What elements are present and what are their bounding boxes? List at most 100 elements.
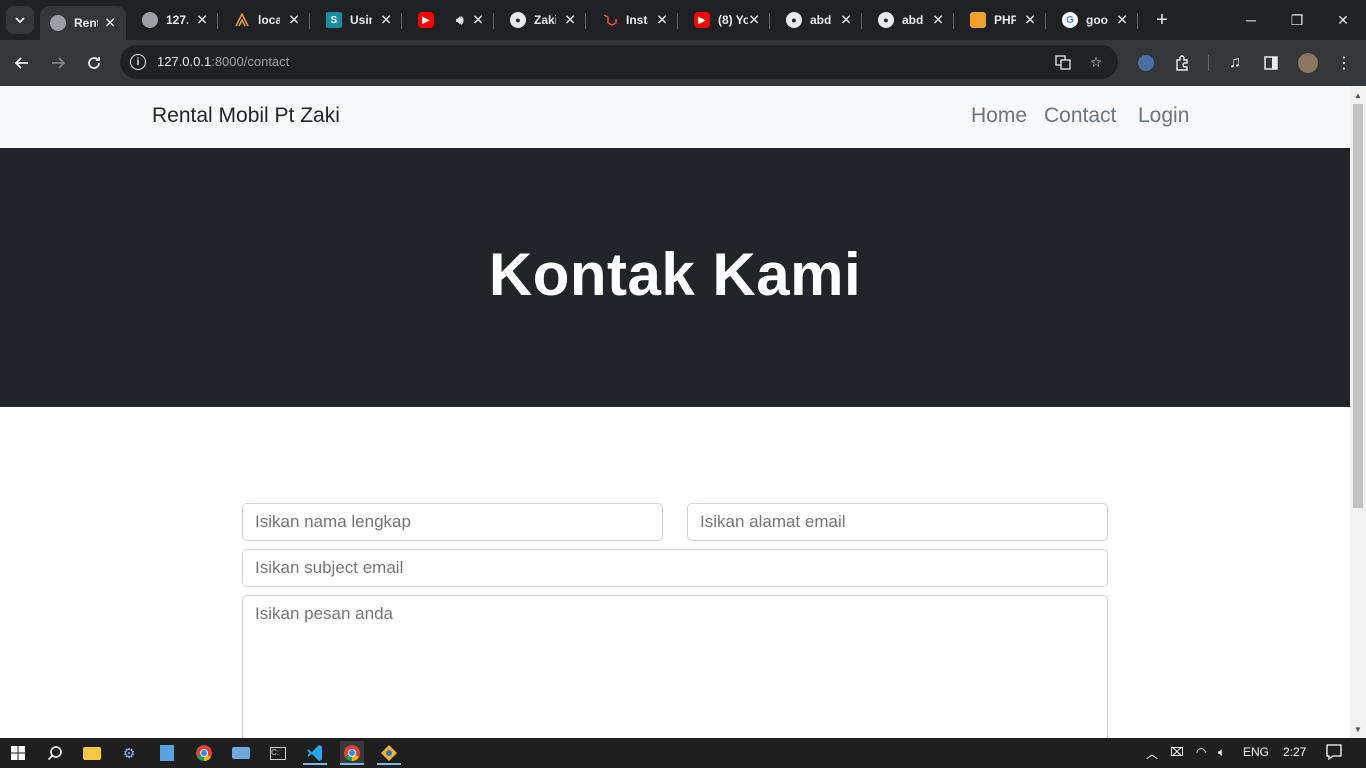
side-panel-button[interactable]	[1258, 50, 1284, 76]
tab-youtube[interactable]: ▶ (8) YouTube ✕	[678, 0, 770, 40]
battery-icon[interactable]: ⌧	[1170, 745, 1184, 759]
avatar	[1298, 53, 1318, 73]
youtube-icon: ▶	[694, 12, 710, 28]
youtube-icon: ▶	[418, 12, 434, 28]
clock[interactable]: 2:27	[1283, 745, 1306, 759]
tab-rental[interactable]: Rental Mobil Pt Zaki ✕	[40, 6, 126, 40]
side-panel-icon	[1264, 56, 1278, 70]
tab-search-button[interactable]	[6, 6, 34, 34]
speaker-icon[interactable]: 🔊︎	[456, 13, 464, 28]
back-button[interactable]	[9, 50, 35, 76]
forward-button[interactable]	[45, 50, 71, 76]
scroll-down-icon[interactable]: ▼	[1354, 725, 1362, 734]
close-icon: ✕	[1337, 11, 1349, 28]
subject-input[interactable]	[242, 549, 1108, 587]
tab-using[interactable]: S Using ✕	[310, 0, 402, 40]
message-textarea[interactable]	[242, 595, 1108, 738]
keyboard-icon	[232, 747, 250, 759]
terminal-button[interactable]: C:	[266, 741, 290, 765]
chevron-up-icon: ︿	[1146, 747, 1159, 761]
tab-title: Rental Mobil Pt Zaki	[74, 16, 98, 30]
chrome-button[interactable]	[192, 741, 216, 765]
puzzle-icon	[1176, 55, 1188, 71]
tab-strip: Rental Mobil Pt Zaki ✕ 127.0.0.1 ✕ local…	[0, 0, 1366, 40]
tab-github-abd-1[interactable]: ● abd ✕	[770, 0, 862, 40]
name-input[interactable]	[242, 503, 663, 541]
address-bar[interactable]: i 127.0.0.1:8000/contact ☆	[120, 45, 1118, 79]
chrome-active-button[interactable]	[340, 741, 364, 765]
scroll-thumb[interactable]	[1353, 104, 1363, 508]
tab-github-zaki[interactable]: ● Zaki ✕	[494, 0, 586, 40]
page-viewport: Rental Mobil Pt Zaki Home Contact Login …	[0, 86, 1350, 738]
git-app-button[interactable]	[377, 741, 401, 765]
email-input[interactable]	[687, 503, 1108, 541]
close-icon[interactable]: ✕	[1116, 12, 1128, 29]
language-indicator[interactable]: ENG	[1243, 745, 1269, 759]
tab-github-abd-2[interactable]: ● abd ✕	[862, 0, 954, 40]
reload-button[interactable]	[81, 50, 107, 76]
close-icon[interactable]: ✕	[1024, 12, 1036, 29]
vscode-button[interactable]	[303, 741, 327, 765]
scroll-up-icon[interactable]: ▲	[1354, 91, 1362, 100]
menu-button[interactable]: ⋮	[1331, 50, 1357, 76]
media-button[interactable]: ♫	[1222, 50, 1248, 76]
new-tab-button[interactable]: +	[1150, 8, 1174, 32]
site-brand[interactable]: Rental Mobil Pt Zaki	[152, 104, 340, 128]
volume-icon[interactable]: 🔈︎	[1218, 745, 1225, 760]
notepad-button[interactable]	[155, 741, 179, 765]
close-icon[interactable]: ✕	[840, 12, 852, 29]
tab-title: Instagram	[626, 13, 648, 27]
nav-link-home[interactable]: Home	[971, 104, 1027, 128]
close-icon[interactable]: ✕	[380, 12, 392, 29]
tab-title: 127.0.0.1	[166, 13, 188, 27]
app-button[interactable]: ⚙	[117, 741, 141, 765]
tab-127[interactable]: 127.0.0.1 ✕	[126, 0, 218, 40]
profile-button[interactable]	[1295, 50, 1321, 76]
search-icon	[47, 746, 62, 761]
extension-button[interactable]	[1133, 50, 1159, 76]
close-icon[interactable]: ✕	[564, 12, 576, 29]
close-window-button[interactable]: ✕	[1320, 0, 1366, 40]
nav-link-contact[interactable]: Contact	[1044, 104, 1116, 128]
close-icon[interactable]: ✕	[472, 12, 484, 29]
running-indicator	[377, 763, 401, 765]
site-navbar: Rental Mobil Pt Zaki Home Contact Login	[0, 86, 1350, 148]
close-icon[interactable]: ✕	[288, 12, 300, 29]
file-explorer-button[interactable]	[80, 741, 104, 765]
browser-toolbar: i 127.0.0.1:8000/contact ☆ ♫ ⋮	[0, 40, 1366, 86]
close-icon[interactable]: ✕	[748, 12, 760, 29]
restore-button[interactable]: ❐	[1274, 0, 1320, 40]
settings-app-icon: ⚙	[122, 744, 136, 761]
tab-youtube-audio[interactable]: ▶ 🔊︎ ✕	[402, 0, 494, 40]
close-icon[interactable]: ✕	[104, 15, 116, 32]
cursor-extension-icon	[1138, 55, 1154, 71]
page-scrollbar[interactable]: ▲ ▼	[1350, 86, 1366, 738]
translate-icon[interactable]	[1053, 52, 1073, 72]
tab-title: Zaki	[534, 13, 556, 27]
minimize-button[interactable]: ─	[1228, 0, 1274, 40]
start-button[interactable]	[6, 741, 30, 765]
tab-localhost[interactable]: localhost ✕	[218, 0, 310, 40]
tab-instagram[interactable]: Instagram ✕	[586, 0, 678, 40]
close-icon[interactable]: ✕	[196, 12, 208, 29]
page-title: Kontak Kami	[488, 241, 862, 308]
notification-button[interactable]	[1325, 743, 1343, 764]
tab-php[interactable]: PHP ✕	[954, 0, 1046, 40]
search-button[interactable]	[43, 741, 67, 765]
url-text[interactable]: 127.0.0.1:8000/contact	[157, 54, 289, 69]
chrome-icon	[344, 745, 360, 762]
show-hidden-icons[interactable]: ︿	[1146, 745, 1158, 762]
extensions-button[interactable]	[1169, 50, 1195, 76]
info-icon[interactable]: i	[130, 54, 146, 70]
plus-icon: +	[1156, 8, 1168, 31]
close-icon[interactable]: ✕	[656, 12, 668, 29]
tab-google[interactable]: G google ✕	[1046, 0, 1138, 40]
google-icon: G	[1062, 12, 1078, 28]
wifi-icon[interactable]: ◠	[1196, 745, 1206, 759]
star-icon[interactable]: ☆	[1086, 52, 1106, 72]
keyboard-button[interactable]	[229, 741, 253, 765]
nav-link-login[interactable]: Login	[1138, 104, 1189, 128]
close-icon[interactable]: ✕	[932, 12, 944, 29]
chrome-icon	[196, 745, 212, 762]
chevron-down-icon	[15, 17, 25, 24]
